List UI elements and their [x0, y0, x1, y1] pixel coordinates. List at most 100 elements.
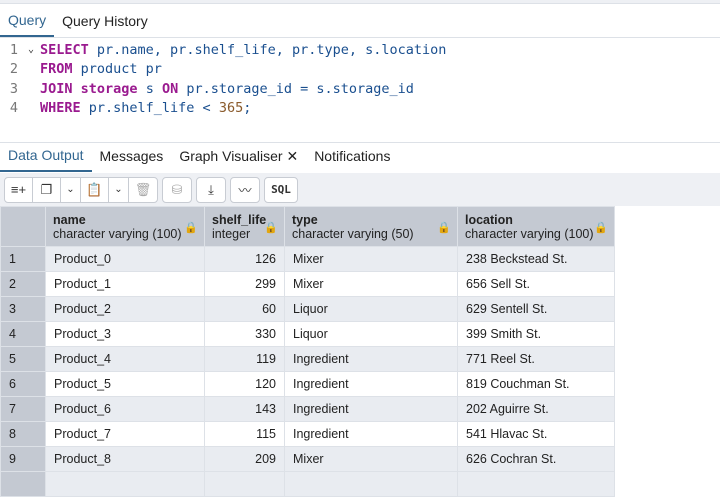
cell[interactable] [204, 471, 285, 497]
chevron-down-icon[interactable]: ⌄ [22, 44, 40, 55]
tab-messages[interactable]: Messages [92, 140, 172, 172]
row-number[interactable]: 2 [0, 271, 46, 297]
cell[interactable]: Product_8 [45, 446, 205, 472]
code-token: FROM [40, 61, 73, 78]
output-tabs: Data Output Messages Graph Visualiser ✕ … [0, 140, 398, 172]
cell[interactable]: Product_0 [45, 246, 205, 272]
cell[interactable]: 771 Reel St. [457, 346, 615, 372]
cell[interactable]: 115 [204, 421, 285, 447]
cell[interactable]: 143 [204, 396, 285, 422]
cell[interactable]: 541 Hlavac St. [457, 421, 615, 447]
cell[interactable]: 399 Smith St. [457, 321, 615, 347]
row-number[interactable]: 4 [0, 321, 46, 347]
graph-icon[interactable]: 〰 [231, 178, 259, 202]
code-token: WHERE [40, 100, 81, 117]
cell[interactable]: 202 Aguirre St. [457, 396, 615, 422]
download-icon[interactable]: ⤓ [197, 178, 225, 202]
tab-data-output[interactable]: Data Output [0, 140, 92, 172]
cell[interactable]: Liquor [284, 296, 458, 322]
lock-icon: 🔒 [594, 222, 608, 234]
cell[interactable]: Mixer [284, 446, 458, 472]
code-token: SELECT [40, 41, 89, 58]
cell[interactable]: 299 [204, 271, 285, 297]
paste-icon[interactable]: 📋 [81, 177, 109, 202]
lock-icon: 🔒 [264, 222, 278, 234]
cell[interactable]: Ingredient [284, 371, 458, 397]
column-name: name [53, 212, 86, 227]
results-toolbar: ≡+ ❐ ⌄ 📋 ⌄ 🗑 ⛁ ⤓ 〰 SQL [0, 173, 720, 206]
table-row: 3 Product_2 60 Liquor 629 Sentell St. [0, 296, 615, 322]
cell[interactable]: Product_5 [45, 371, 205, 397]
cell[interactable]: 330 [204, 321, 285, 347]
row-number[interactable]: 8 [0, 421, 46, 447]
cell[interactable]: 629 Sentell St. [457, 296, 615, 322]
column-header-name[interactable]: name character varying (100) 🔒 [45, 206, 205, 247]
cell[interactable]: Product_4 [45, 346, 205, 372]
top-strip [0, 0, 720, 4]
column-name: location [465, 212, 513, 227]
row-number[interactable]: 5 [0, 346, 46, 372]
column-header-location[interactable]: location character varying (100) 🔒 [457, 206, 615, 247]
sql-editor[interactable]: 1 ⌄ SELECT pr.name, pr.shelf_life, pr.type… [0, 38, 720, 143]
column-header-type[interactable]: type character varying (50) 🔒 [284, 206, 458, 247]
cell[interactable]: 626 Cochran St. [457, 446, 615, 472]
cell[interactable]: Mixer [284, 246, 458, 272]
cell[interactable]: 120 [204, 371, 285, 397]
copy-icon[interactable]: ❐ [33, 177, 61, 202]
tab-graph-visualiser[interactable]: Graph Visualiser ✕ [171, 140, 306, 172]
cell[interactable]: Product_7 [45, 421, 205, 447]
column-header-shelf_life[interactable]: shelf_life integer 🔒 [204, 206, 285, 247]
table-row: 6 Product_5 120 Ingredient 819 Couchman St. [0, 371, 615, 397]
chevron-down-icon[interactable]: ⌄ [61, 177, 81, 202]
cell[interactable]: 126 [204, 246, 285, 272]
cell[interactable]: Product_6 [45, 396, 205, 422]
row-number[interactable]: 3 [0, 296, 46, 322]
cell[interactable]: Product_1 [45, 271, 205, 297]
cell[interactable]: 656 Sell St. [457, 271, 615, 297]
cell[interactable] [0, 471, 46, 497]
cell[interactable] [284, 471, 458, 497]
cell[interactable]: 819 Couchman St. [457, 371, 615, 397]
cell[interactable]: Product_3 [45, 321, 205, 347]
code-text: JOIN storage s ON pr.storage_id = s.stor… [40, 81, 414, 97]
cell[interactable]: Mixer [284, 271, 458, 297]
row-number-header[interactable] [0, 206, 46, 247]
chevron-down-icon[interactable]: ⌄ [109, 177, 129, 202]
cell[interactable]: Product_2 [45, 296, 205, 322]
row-number[interactable]: 1 [0, 246, 46, 272]
table-row: 9 Product_8 209 Mixer 626 Cochran St. [0, 446, 615, 472]
save-data-icon[interactable]: ⛁ [163, 178, 191, 202]
cell[interactable] [45, 471, 205, 497]
cell[interactable]: 238 Beckstead St. [457, 246, 615, 272]
column-type: character varying (100) [53, 226, 182, 241]
row-number[interactable]: 9 [0, 446, 46, 472]
code-text: WHERE pr.shelf_life < 365; [40, 100, 251, 116]
add-row-icon[interactable]: ≡+ [5, 177, 33, 202]
close-icon[interactable]: ✕ [286, 148, 298, 165]
cell[interactable] [457, 471, 615, 497]
cell[interactable]: 119 [204, 346, 285, 372]
table-row: 1 Product_0 126 Mixer 238 Beckstead St. [0, 246, 615, 272]
tab-query[interactable]: Query [0, 5, 55, 37]
tab-notifications[interactable]: Notifications [306, 140, 398, 172]
code-line: 2 FROM product pr [0, 58, 720, 78]
cell[interactable]: Ingredient [284, 396, 458, 422]
code-token: product pr [72, 61, 162, 78]
sql-button[interactable]: SQL [265, 178, 297, 202]
cell[interactable]: 60 [204, 296, 285, 322]
cell[interactable]: Ingredient [284, 421, 458, 447]
cell[interactable]: Liquor [284, 321, 458, 347]
column-name: type [292, 212, 318, 227]
tab-query-history[interactable]: Query History [54, 5, 156, 37]
code-token: ; [243, 100, 252, 117]
line-number: 2 [9, 61, 18, 78]
code-token: 365 [218, 100, 244, 117]
cell[interactable]: 209 [204, 446, 285, 472]
cell[interactable]: Ingredient [284, 346, 458, 372]
column-type: character varying (100) [465, 226, 594, 241]
row-number[interactable]: 7 [0, 396, 46, 422]
row-number[interactable]: 6 [0, 371, 46, 397]
delete-icon[interactable]: 🗑 [129, 178, 157, 202]
table-row: 2 Product_1 299 Mixer 656 Sell St. [0, 271, 615, 297]
